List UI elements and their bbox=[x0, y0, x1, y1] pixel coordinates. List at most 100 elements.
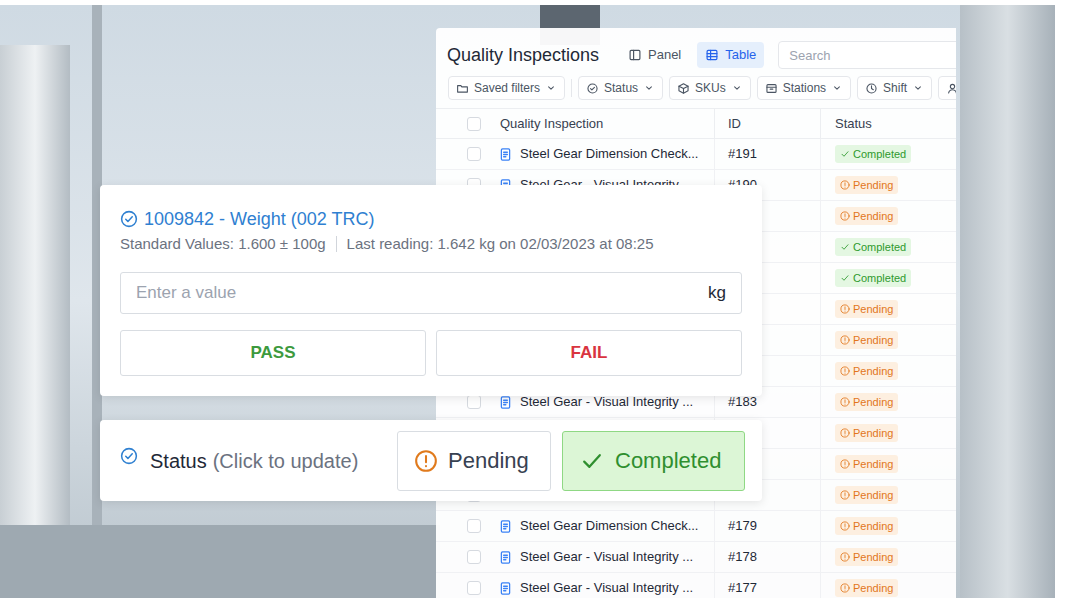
alert-icon bbox=[840, 335, 850, 345]
alert-icon bbox=[840, 583, 850, 593]
sku-icon bbox=[677, 82, 690, 95]
separator bbox=[336, 236, 337, 252]
alert-icon bbox=[840, 521, 850, 531]
status-label: Pending bbox=[853, 549, 893, 566]
status-badge: Pending bbox=[835, 207, 898, 225]
status-cell: Pending bbox=[820, 542, 956, 572]
filter-button[interactable]: SKUs bbox=[669, 76, 751, 100]
name-cell: Steel Gear - Visual Integrity ... bbox=[494, 547, 714, 567]
checkbox-cell bbox=[436, 519, 494, 533]
result-button[interactable]: PASS bbox=[120, 330, 426, 376]
status-option[interactable]: Completed bbox=[562, 431, 745, 491]
select-all-checkbox[interactable] bbox=[467, 117, 481, 131]
view-switch: Panel Table bbox=[620, 42, 764, 68]
inspection-name: Steel Gear Dimension Check... bbox=[520, 516, 698, 536]
checkbox-cell bbox=[436, 550, 494, 564]
status-badge: Pending bbox=[835, 300, 898, 318]
status-badge: Pending bbox=[835, 517, 898, 535]
status-cell: Pending bbox=[820, 418, 956, 448]
row-checkbox[interactable] bbox=[467, 519, 481, 533]
alert-icon bbox=[840, 211, 850, 221]
id-cell: #179 bbox=[714, 511, 820, 541]
value-field: kg bbox=[120, 272, 742, 314]
panel-header: Quality InspectionsPanelTable bbox=[436, 28, 956, 76]
status-badge: Pending bbox=[835, 486, 898, 504]
status-cell: Pending bbox=[820, 294, 956, 324]
status-badge: Completed bbox=[835, 145, 911, 163]
standard-values: Standard Values: 1.600 ± 100g bbox=[120, 233, 326, 256]
filter-button[interactable]: U bbox=[938, 76, 956, 100]
table-row[interactable]: Steel Gear Dimension Check... #179 Pending bbox=[436, 511, 956, 542]
status-label: Pending bbox=[853, 456, 893, 473]
alert-icon bbox=[840, 304, 850, 314]
name-cell: Steel Gear Dimension Check... bbox=[494, 144, 714, 164]
inspection-id: #191 bbox=[728, 144, 757, 164]
name-cell: Steel Gear - Visual Integrity ... bbox=[494, 578, 714, 598]
chevron-down-icon bbox=[912, 82, 924, 94]
status-option[interactable]: Pending bbox=[397, 431, 551, 491]
status-cell: Pending bbox=[820, 511, 956, 541]
status-badge: Pending bbox=[835, 362, 898, 380]
status-badge: Pending bbox=[835, 455, 898, 473]
filter-button[interactable]: Stations bbox=[757, 76, 851, 100]
status-label: Pending bbox=[853, 425, 893, 442]
status-badge: Pending bbox=[835, 176, 898, 194]
filter-button[interactable]: Shift bbox=[857, 76, 932, 100]
measurement-title-row: 1009842 - Weight (002 TRC) bbox=[120, 207, 742, 231]
chevron-down-icon bbox=[643, 82, 655, 94]
inspection-name: Steel Gear - Visual Integrity ... bbox=[520, 578, 693, 598]
status-label: Completed bbox=[853, 239, 906, 256]
table-row[interactable]: Steel Gear Dimension Check... #191 Complet… bbox=[436, 139, 956, 170]
circle-check-icon bbox=[120, 210, 138, 228]
measurement-title[interactable]: 1009842 - Weight (002 TRC) bbox=[144, 206, 374, 233]
status-badge: Completed bbox=[835, 238, 911, 256]
value-input[interactable] bbox=[136, 274, 700, 312]
status-badge: Pending bbox=[835, 393, 898, 411]
column-header: Quality Inspection bbox=[494, 114, 714, 134]
filter-label: Stations bbox=[783, 79, 826, 97]
id-cell: #191 bbox=[714, 139, 820, 169]
status-badge: Pending bbox=[835, 579, 898, 597]
status-badge: Completed bbox=[835, 269, 911, 287]
chevron-down-icon bbox=[545, 82, 557, 94]
status-options: PendingCompleted bbox=[397, 431, 745, 491]
status-cell: Pending bbox=[820, 449, 956, 479]
inspection-id: #178 bbox=[728, 547, 757, 567]
alert-icon bbox=[840, 428, 850, 438]
filter-button[interactable]: Saved filters bbox=[448, 76, 565, 100]
measurement-subtitle: Standard Values: 1.600 ± 100gLast readin… bbox=[120, 235, 742, 253]
table-row[interactable]: Steel Gear - Visual Integrity ... #178 Pen… bbox=[436, 542, 956, 573]
view-label: Panel bbox=[648, 45, 681, 65]
row-checkbox[interactable] bbox=[467, 581, 481, 595]
row-checkbox[interactable] bbox=[467, 395, 481, 409]
tank-shape bbox=[0, 45, 70, 598]
view-button[interactable]: Panel bbox=[620, 42, 689, 68]
inspection-id: #179 bbox=[728, 516, 757, 536]
document-icon bbox=[498, 519, 513, 534]
measurement-card: 1009842 - Weight (002 TRC)Standard Value… bbox=[100, 185, 762, 396]
table-icon bbox=[705, 48, 719, 62]
panel-icon bbox=[628, 48, 642, 62]
table-row[interactable]: Steel Gear - Visual Integrity ... #177 Pen… bbox=[436, 573, 956, 598]
document-icon bbox=[498, 581, 513, 596]
status-cell: Completed bbox=[820, 139, 956, 169]
alert-icon bbox=[840, 490, 850, 500]
chevron-down-icon bbox=[831, 82, 843, 94]
filter-button[interactable]: Status bbox=[578, 76, 663, 100]
filter-label: Status bbox=[604, 79, 638, 97]
search-input[interactable] bbox=[778, 41, 956, 69]
result-label: PASS bbox=[250, 343, 295, 362]
row-checkbox[interactable] bbox=[467, 147, 481, 161]
tower-shape bbox=[960, 5, 1055, 598]
row-checkbox[interactable] bbox=[467, 550, 481, 564]
status-cell: Pending bbox=[820, 387, 956, 417]
id-cell: #178 bbox=[714, 542, 820, 572]
filter-label: SKUs bbox=[695, 79, 726, 97]
inspection-id: #177 bbox=[728, 578, 757, 598]
view-button[interactable]: Table bbox=[697, 42, 764, 68]
status-cell: Completed bbox=[820, 263, 956, 293]
status-label: Pending bbox=[853, 394, 893, 411]
checkbox-cell bbox=[436, 581, 494, 595]
result-button[interactable]: FAIL bbox=[436, 330, 742, 376]
checkbox-cell bbox=[436, 395, 494, 409]
